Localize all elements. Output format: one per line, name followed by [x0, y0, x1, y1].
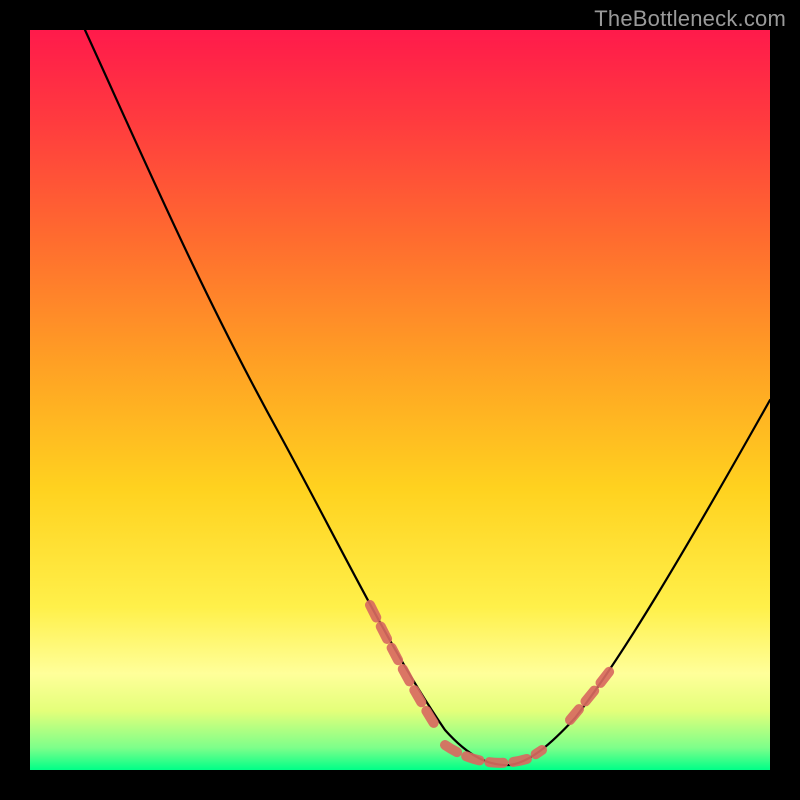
watermark-text: TheBottleneck.com: [594, 6, 786, 32]
outer-frame: TheBottleneck.com: [0, 0, 800, 800]
plot-area: [30, 30, 770, 770]
right-sweet-spot-dashes: [570, 668, 612, 720]
bottleneck-curve: [85, 30, 770, 765]
valley-dashes: [445, 745, 542, 763]
left-sweet-spot-dashes: [370, 605, 435, 725]
curve-svg: [30, 30, 770, 770]
